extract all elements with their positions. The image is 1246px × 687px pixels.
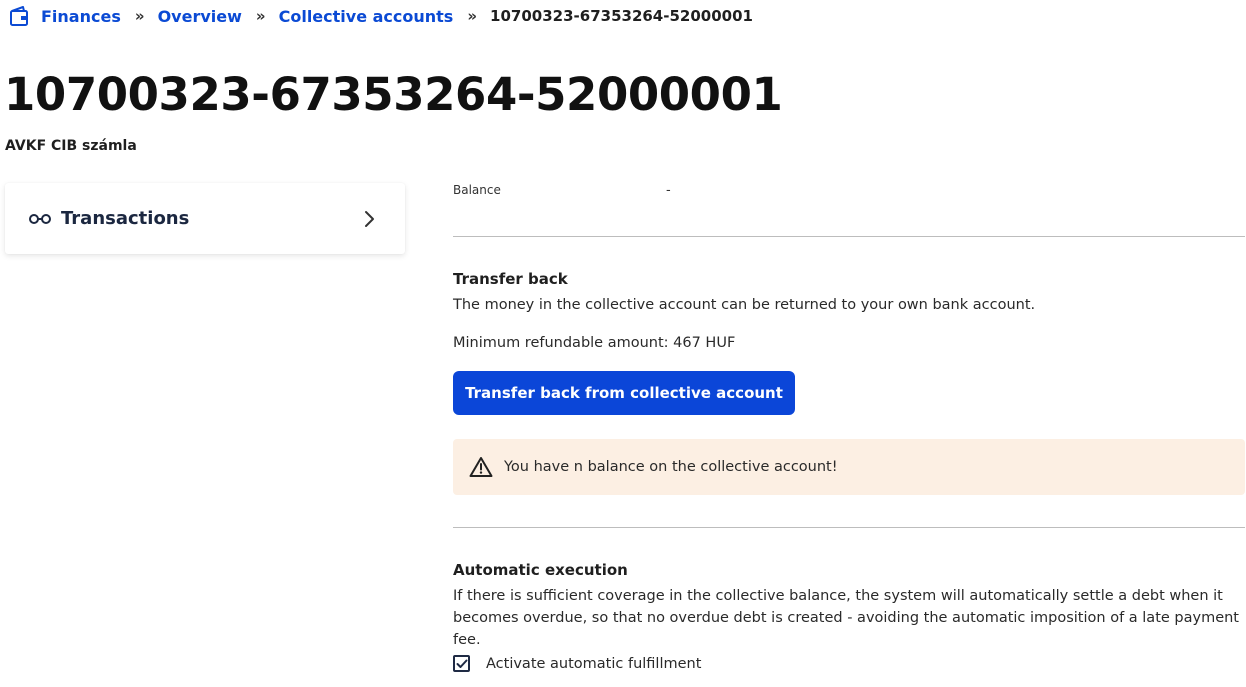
breadcrumb-current: 10700323-67353264-52000001 xyxy=(490,7,753,25)
breadcrumb-separator: » xyxy=(134,7,145,25)
transfer-back-title: Transfer back xyxy=(453,270,568,288)
automatic-fulfillment-label: Activate automatic fulfillment xyxy=(486,655,702,672)
transfer-back-description: The money in the collective account can … xyxy=(453,297,1036,313)
automatic-fulfillment-checkbox[interactable] xyxy=(453,655,470,672)
divider xyxy=(453,527,1245,528)
page-title: 10700323-67353264-52000001 xyxy=(4,68,783,121)
sidebar-item-transactions[interactable]: Transactions xyxy=(5,183,405,254)
alert-text: You have n balance on the collective acc… xyxy=(504,459,838,475)
divider xyxy=(453,236,1245,237)
breadcrumb-collective-accounts[interactable]: Collective accounts xyxy=(279,7,454,26)
balance-label: Balance xyxy=(453,183,501,197)
balance-value: - xyxy=(666,183,671,198)
breadcrumb-overview[interactable]: Overview xyxy=(158,7,242,26)
automatic-execution-title: Automatic execution xyxy=(453,561,628,579)
automatic-fulfillment-option[interactable]: Activate automatic fulfillment xyxy=(453,655,701,672)
automatic-execution-description-line1: If there is sufficient coverage in the c… xyxy=(453,588,1223,604)
breadcrumb: Finances » Overview » Collective account… xyxy=(8,5,753,27)
automatic-execution-description-line2: becomes overdue, so that no overdue debt… xyxy=(453,610,1239,648)
breadcrumb-separator: » xyxy=(467,7,478,25)
sidebar-item-label: Transactions xyxy=(61,208,190,229)
breadcrumb-separator: » xyxy=(255,7,266,25)
minimum-refundable-amount: Minimum refundable amount: 467 HUF xyxy=(453,335,736,351)
transfer-back-button[interactable]: Transfer back from collective account xyxy=(453,371,795,415)
page-subtitle: AVKF CIB számla xyxy=(5,138,137,154)
no-balance-alert: You have n balance on the collective acc… xyxy=(453,439,1245,495)
glasses-icon xyxy=(29,212,51,226)
breadcrumb-finances[interactable]: Finances xyxy=(41,7,121,26)
warning-icon xyxy=(469,456,493,478)
chevron-right-icon xyxy=(363,209,375,229)
wallet-icon[interactable] xyxy=(8,5,32,27)
